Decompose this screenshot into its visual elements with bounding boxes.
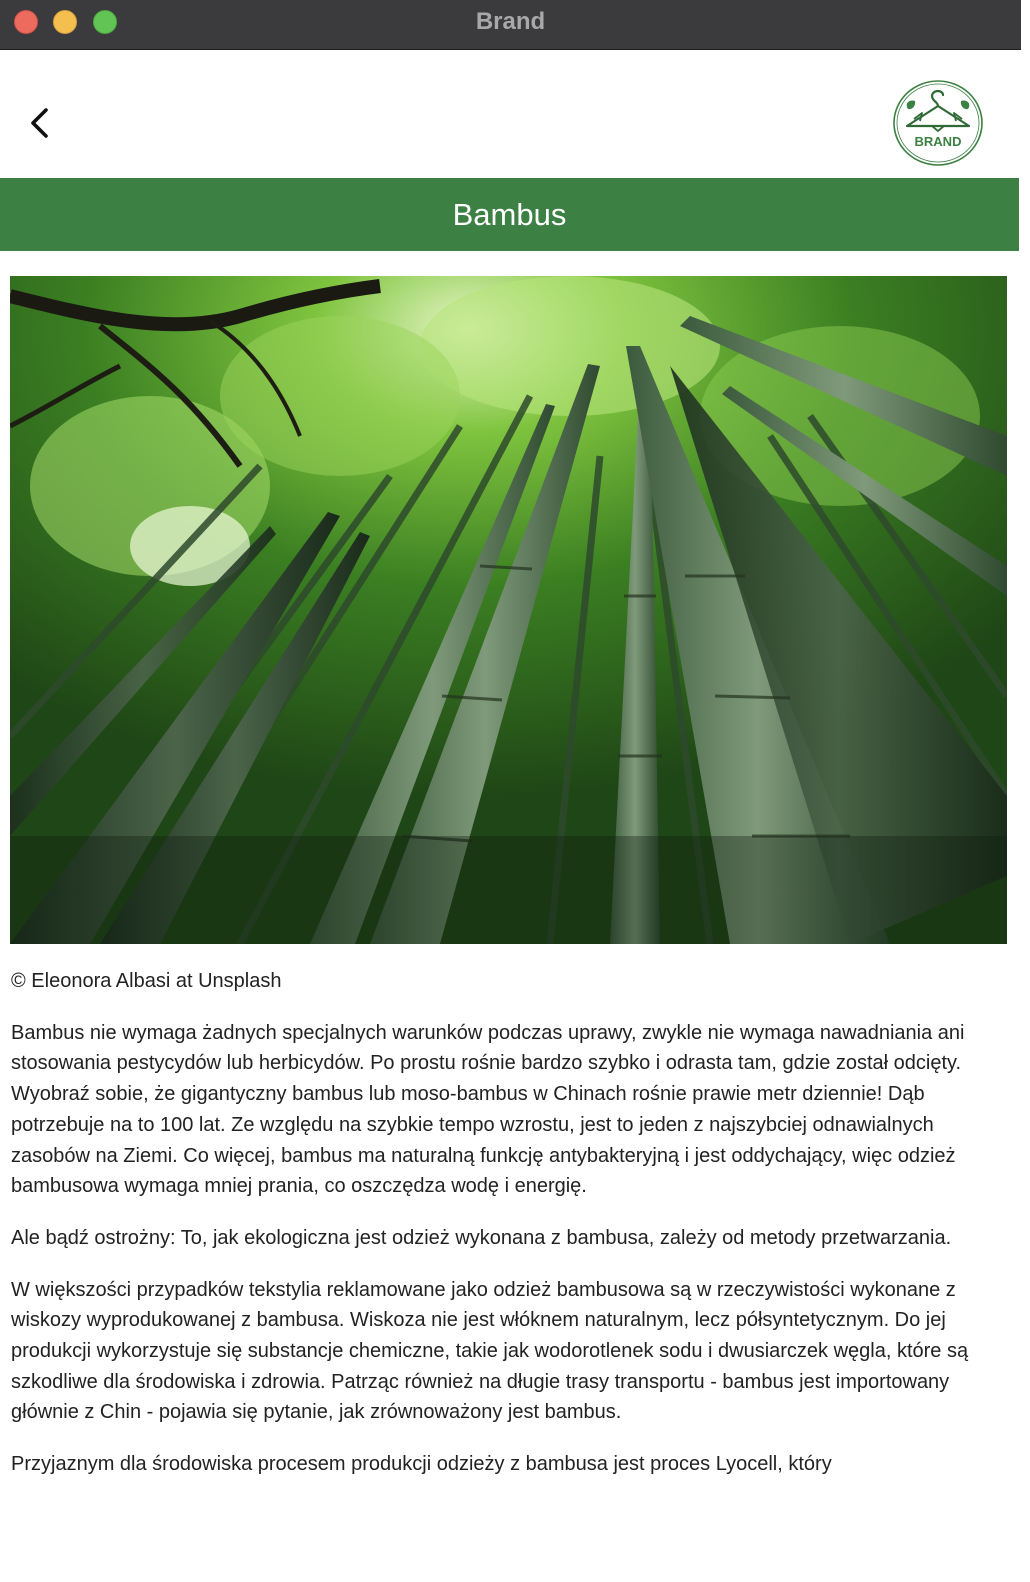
photo-credit: © Eleonora Albasi at Unsplash	[11, 970, 282, 992]
app-window: Brand BRAND Bambus © Eleonora Albasi at …	[0, 0, 1021, 1582]
article-paragraph: Bambus nie wymaga żadnych specjalnych wa…	[11, 1021, 965, 1198]
scroll-fade	[0, 1532, 1021, 1582]
article-paragraph: Przyjaznym dla środowiska procesem produ…	[11, 1453, 832, 1476]
brand-logo[interactable]: BRAND	[892, 79, 984, 167]
article-body: © Eleonora Albasi at Unsplash Bambus nie…	[11, 966, 1006, 1501]
article-paragraph: W większości przypadków tekstylia reklam…	[11, 1278, 969, 1424]
window-edge	[1021, 0, 1030, 1582]
logo-text: BRAND	[915, 134, 962, 149]
page-title: Bambus	[452, 197, 567, 232]
article-paragraph: Ale bądź ostrożny: To, jak ekologiczna j…	[11, 1226, 952, 1249]
title-bar: Brand	[0, 0, 1021, 50]
chevron-left-icon	[31, 108, 48, 138]
hanger-leaves-logo-icon: BRAND	[893, 80, 983, 166]
app-bar: BRAND	[0, 51, 1021, 178]
back-button[interactable]	[24, 101, 58, 145]
bamboo-forest-photo	[10, 276, 1007, 944]
window-title: Brand	[475, 8, 546, 35]
page-header: Bambus	[0, 178, 1019, 251]
